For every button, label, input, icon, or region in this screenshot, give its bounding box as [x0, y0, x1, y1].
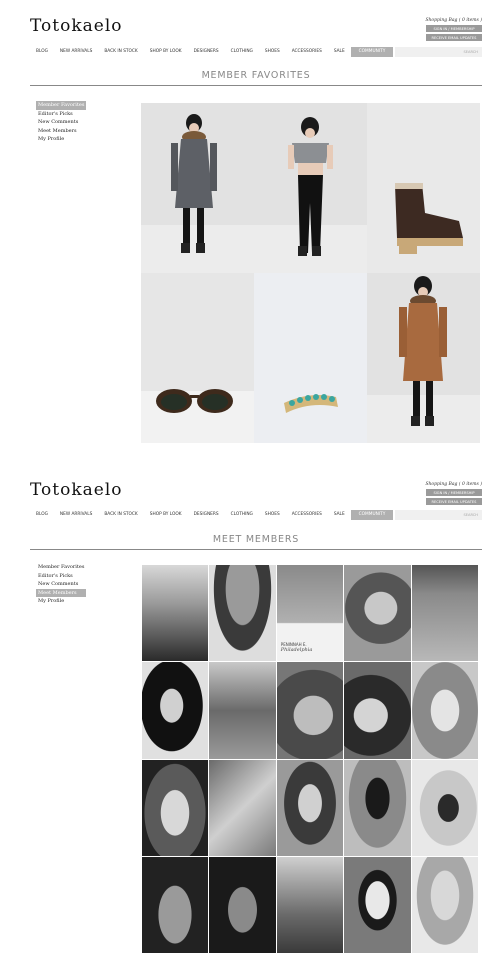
member-photo[interactable] [209, 856, 276, 953]
shopping-bag-link[interactable]: Shopping Bag ( 0 items ) [422, 18, 482, 23]
logo[interactable]: Totokaelo [30, 16, 123, 36]
sidebar-item-new-comments[interactable]: New Comments [36, 580, 86, 589]
product-tile[interactable] [141, 103, 254, 273]
sidebar-item-my-profile[interactable]: My Profile [36, 135, 86, 144]
sign-in-button[interactable]: SIGN IN / MEMBERSHIP [426, 25, 482, 32]
member-photo[interactable] [276, 759, 344, 856]
sidebar-item-my-profile[interactable]: My Profile [36, 597, 86, 606]
sidebar-item-editors-picks[interactable]: Editor's Picks [36, 572, 86, 581]
meet-members-page: Totokaelo Shopping Bag ( 0 items ) SIGN … [0, 472, 500, 953]
member-city: Philadelphia [280, 647, 313, 654]
nav-clothing[interactable]: CLOTHING [225, 47, 259, 57]
member-photo[interactable] [411, 662, 478, 759]
member-photo[interactable] [411, 856, 478, 953]
member-photo[interactable] [411, 759, 478, 856]
search-input[interactable]: SEARCH [395, 510, 482, 520]
nav-community[interactable]: COMMUNITY [350, 47, 394, 57]
nav-shoes[interactable]: SHOES [259, 47, 286, 57]
ring-icon [254, 273, 367, 443]
member-favorites-page: Totokaelo Shopping Bag ( 0 items ) SIGN … [0, 0, 500, 460]
main-nav: BLOG NEW ARRIVALS BACK IN STOCK SHOP BY … [30, 47, 482, 57]
member-photo[interactable] [344, 856, 411, 953]
nav-shop-by-look[interactable]: SHOP BY LOOK [144, 510, 188, 520]
sign-in-button[interactable]: SIGN IN / MEMBERSHIP [426, 489, 482, 496]
shopping-bag-link[interactable]: Shopping Bag ( 0 items ) [422, 482, 482, 487]
page-title: MEET MEMBERS [30, 534, 482, 550]
member-caption: PENINNAH E. Philadelphia [281, 642, 313, 653]
sidebar-item-meet-members[interactable]: Meet Members [36, 127, 86, 136]
main-nav: BLOG NEW ARRIVALS BACK IN STOCK SHOP BY … [30, 510, 482, 520]
member-photo[interactable] [276, 856, 344, 953]
member-photo[interactable] [344, 662, 411, 759]
product-tile[interactable] [254, 103, 367, 273]
product-tile[interactable] [367, 273, 480, 443]
search-label: SEARCH [463, 50, 478, 54]
nav-new-arrivals[interactable]: NEW ARRIVALS [54, 510, 98, 520]
members-grid: PENINNAH E. Philadelphia [142, 565, 478, 953]
model-gray-parka-icon [141, 114, 254, 273]
sidebar-item-new-comments[interactable]: New Comments [36, 118, 86, 127]
model-rust-parka-icon [367, 276, 480, 443]
sunglasses-icon [141, 273, 254, 443]
nav-accessories[interactable]: ACCESSORIES [286, 47, 328, 57]
sidebar-item-meet-members[interactable]: Meet Members [36, 588, 87, 597]
sidebar-item-member-favorites[interactable]: Member Favorites [36, 101, 87, 110]
model-gray-top-icon [254, 117, 367, 273]
utility-links: Shopping Bag ( 0 items ) SIGN IN / MEMBE… [422, 482, 482, 505]
member-photo[interactable] [142, 565, 209, 662]
member-photo[interactable] [276, 662, 344, 759]
logo[interactable]: Totokaelo [30, 480, 123, 500]
member-photo[interactable] [411, 565, 478, 662]
nav-shop-by-look[interactable]: SHOP BY LOOK [144, 47, 188, 57]
favorites-grid [141, 103, 480, 443]
search-label: SEARCH [463, 513, 478, 517]
product-tile[interactable] [141, 273, 254, 443]
product-tile[interactable] [254, 273, 367, 443]
member-photo[interactable] [344, 565, 411, 662]
member-photo[interactable] [209, 565, 276, 662]
product-tile[interactable] [367, 103, 480, 273]
nav-blog[interactable]: BLOG [30, 47, 54, 57]
email-updates-button[interactable]: RECEIVE EMAIL UPDATES [426, 498, 482, 505]
member-photo[interactable] [209, 759, 276, 856]
member-photo[interactable] [344, 759, 411, 856]
nav-sale[interactable]: SALE [328, 510, 351, 520]
nav-designers[interactable]: DESIGNERS [188, 510, 225, 520]
sidebar-item-editors-picks[interactable]: Editor's Picks [36, 110, 86, 119]
nav-back-in-stock[interactable]: BACK IN STOCK [98, 47, 143, 57]
search-input[interactable]: SEARCH [395, 47, 482, 57]
nav-community[interactable]: COMMUNITY [350, 510, 394, 520]
member-photo[interactable]: PENINNAH E. Philadelphia [276, 565, 344, 662]
nav-designers[interactable]: DESIGNERS [188, 47, 225, 57]
utility-links: Shopping Bag ( 0 items ) SIGN IN / MEMBE… [422, 18, 482, 41]
nav-sale[interactable]: SALE [328, 47, 351, 57]
member-photo[interactable] [142, 856, 209, 953]
member-photo[interactable] [209, 662, 276, 759]
brown-boot-icon [367, 103, 480, 273]
member-photo[interactable] [142, 759, 209, 856]
community-sidebar: Member Favorites Editor's Picks New Comm… [36, 101, 87, 144]
page-title: MEMBER FAVORITES [30, 70, 482, 86]
nav-back-in-stock[interactable]: BACK IN STOCK [98, 510, 143, 520]
sidebar-item-member-favorites[interactable]: Member Favorites [36, 563, 86, 572]
member-photo[interactable] [142, 662, 209, 759]
nav-clothing[interactable]: CLOTHING [225, 510, 259, 520]
email-updates-button[interactable]: RECEIVE EMAIL UPDATES [426, 34, 482, 41]
nav-blog[interactable]: BLOG [30, 510, 54, 520]
nav-accessories[interactable]: ACCESSORIES [286, 510, 328, 520]
community-sidebar: Member Favorites Editor's Picks New Comm… [36, 563, 87, 606]
nav-shoes[interactable]: SHOES [259, 510, 286, 520]
nav-new-arrivals[interactable]: NEW ARRIVALS [54, 47, 98, 57]
